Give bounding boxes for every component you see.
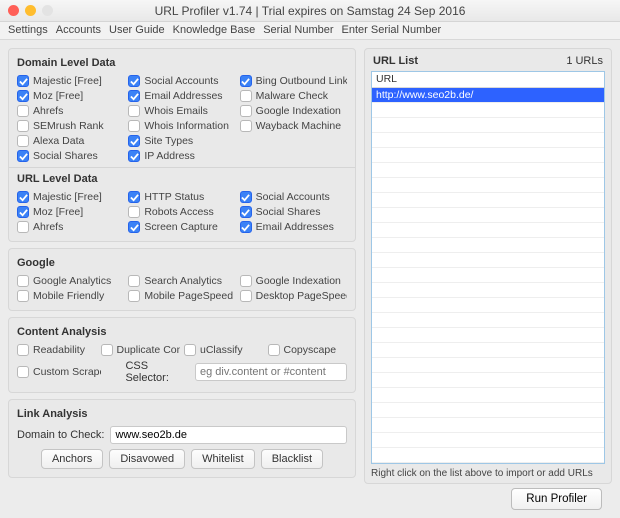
checkbox-http-status[interactable]: HTTP Status — [128, 191, 235, 203]
checkbox-whois-information[interactable]: Whois Information — [128, 120, 235, 132]
panel-title: Content Analysis — [17, 326, 347, 338]
checkbox-duplicate-content[interactable]: Duplicate Content — [101, 344, 181, 356]
domain-check-input[interactable] — [110, 426, 347, 444]
checkbox-moz-free-[interactable]: Moz [Free] — [17, 206, 124, 218]
checkbox-robots-access[interactable]: Robots Access — [128, 206, 235, 218]
titlebar: URL Profiler v1.74 | Trial expires on Sa… — [0, 0, 620, 22]
menu-user-guide[interactable]: User Guide — [109, 24, 165, 37]
run-profiler-button[interactable]: Run Profiler — [511, 488, 602, 510]
checkbox-semrush-rank[interactable]: SEMrush Rank — [17, 120, 124, 132]
css-selector-input[interactable] — [195, 363, 347, 381]
url-list-hint: Right click on the list above to import … — [371, 468, 605, 479]
checkbox-whois-emails[interactable]: Whois Emails — [128, 105, 235, 117]
checkbox-malware-check[interactable]: Malware Check — [240, 90, 347, 102]
checkbox-desktop-pagespeed[interactable]: Desktop PageSpeed — [240, 290, 347, 302]
css-selector-label: CSS Selector: — [125, 360, 189, 384]
domain-check-label: Domain to Check: — [17, 429, 104, 441]
checkbox-email-addresses[interactable]: Email Addresses — [240, 221, 347, 233]
panel-title: Link Analysis — [17, 408, 347, 420]
checkbox-alexa-data[interactable]: Alexa Data — [17, 135, 124, 147]
checkbox-google-indexation[interactable]: Google Indexation — [240, 105, 347, 117]
menu-enter-serial[interactable]: Enter Serial Number — [342, 24, 442, 37]
window-title: URL Profiler v1.74 | Trial expires on Sa… — [0, 4, 620, 18]
menubar: Settings Accounts User Guide Knowledge B… — [0, 22, 620, 40]
panel-url-list: URL List 1 URLs URL http://www.seo2b.de/… — [364, 48, 612, 484]
panel-link-analysis: Link Analysis Domain to Check: Anchors D… — [8, 399, 356, 478]
checkbox-social-accounts[interactable]: Social Accounts — [240, 191, 347, 203]
checkbox-majestic-free-[interactable]: Majestic [Free] — [17, 75, 124, 87]
checkbox-search-analytics[interactable]: Search Analytics — [128, 275, 235, 287]
url-list-box[interactable]: URL http://www.seo2b.de/ — [371, 71, 605, 464]
checkbox-social-accounts[interactable]: Social Accounts — [128, 75, 235, 87]
whitelist-button[interactable]: Whitelist — [191, 449, 255, 469]
checkbox-bing-outbound-links[interactable]: Bing Outbound Links — [240, 75, 347, 87]
checkbox-majestic-free-[interactable]: Majestic [Free] — [17, 191, 124, 203]
checkbox-ahrefs[interactable]: Ahrefs — [17, 105, 124, 117]
blacklist-button[interactable]: Blacklist — [261, 449, 323, 469]
menu-serial-number[interactable]: Serial Number — [263, 24, 333, 37]
checkbox-copyscape[interactable]: Copyscape — [268, 344, 348, 356]
url-list-row[interactable]: http://www.seo2b.de/ — [372, 88, 604, 103]
menu-accounts[interactable]: Accounts — [56, 24, 101, 37]
anchors-button[interactable]: Anchors — [41, 449, 103, 469]
checkbox-uclassify[interactable]: uClassify — [184, 344, 264, 356]
checkbox-moz-free-[interactable]: Moz [Free] — [17, 90, 124, 102]
checkbox-google-indexation[interactable]: Google Indexation — [240, 275, 347, 287]
checkbox-screen-capture[interactable]: Screen Capture — [128, 221, 235, 233]
panel-title: Google — [17, 257, 347, 269]
checkbox-site-types[interactable]: Site Types — [128, 135, 235, 147]
menu-settings[interactable]: Settings — [8, 24, 48, 37]
panel-domain-level: Domain Level Data Majestic [Free] Social … — [8, 48, 356, 242]
panel-google: Google Google Analytics Search Analytics G… — [8, 248, 356, 311]
panel-content-analysis: Content Analysis Readability Duplicate Co… — [8, 317, 356, 393]
panel-title: URL Level Data — [17, 173, 347, 185]
url-list-title: URL List — [373, 55, 418, 67]
checkbox-wayback-machine[interactable]: Wayback Machine — [240, 120, 347, 132]
checkbox-mobile-friendly[interactable]: Mobile Friendly — [17, 290, 124, 302]
url-list-header: URL — [372, 72, 604, 88]
url-list-count: 1 URLs — [566, 55, 603, 67]
disavowed-button[interactable]: Disavowed — [109, 449, 185, 469]
menu-knowledge-base[interactable]: Knowledge Base — [173, 24, 256, 37]
checkbox-ahrefs[interactable]: Ahrefs — [17, 221, 124, 233]
checkbox-ip-address[interactable]: IP Address — [128, 150, 235, 162]
checkbox-mobile-pagespeed[interactable]: Mobile PageSpeed — [128, 290, 235, 302]
checkbox-readability[interactable]: Readability — [17, 344, 97, 356]
checkbox-email-addresses[interactable]: Email Addresses — [128, 90, 235, 102]
checkbox-social-shares[interactable]: Social Shares — [17, 150, 124, 162]
checkbox-social-shares[interactable]: Social Shares — [240, 206, 347, 218]
checkbox-google-analytics[interactable]: Google Analytics — [17, 275, 124, 287]
panel-title: Domain Level Data — [17, 57, 347, 69]
checkbox-custom-scraper[interactable]: Custom Scraper — [17, 366, 101, 378]
